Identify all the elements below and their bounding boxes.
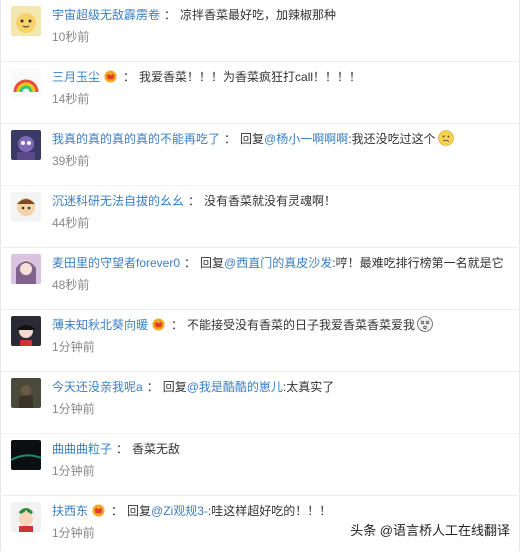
username-link[interactable]: 曲曲曲粒子	[52, 442, 112, 456]
watermark: 头条 @语言桥人工在线翻译	[350, 523, 510, 538]
comment-text: 太真实了	[286, 380, 335, 394]
comment-text: 不能接受没有香菜的日子我爱香菜香菜爱我	[187, 318, 416, 332]
separator-colon: ：	[188, 194, 201, 208]
comment-line: 薄末知秋北葵向暖 ：不能接受没有香菜的日子我爱香菜香菜爱我	[52, 316, 512, 334]
confused-face-icon	[437, 130, 454, 146]
reply-prefix: 回复	[127, 504, 152, 518]
username-link[interactable]: 扶西东	[52, 504, 88, 518]
user-avatar[interactable]	[11, 440, 41, 470]
username-link[interactable]: 薄末知秋北葵向暖	[52, 318, 148, 332]
separator-colon: ：	[123, 70, 136, 84]
mention-link[interactable]: @杨小一啊啊啊	[264, 132, 348, 146]
username-link[interactable]: 沉迷科研无法自拔的幺幺	[52, 194, 184, 208]
vip-badge-icon	[152, 318, 165, 331]
vip-badge-icon	[104, 70, 117, 83]
comment-line: 麦田里的守望者forever0：回复@西直门的真皮沙发:哼！最难吃排行榜第一名就…	[52, 254, 512, 272]
separator-colon: ：	[224, 132, 237, 146]
comment-item: 沉迷科研无法自拔的幺幺 ：没有香菜就没有灵魂啊！ 44秒前	[0, 186, 520, 248]
comment-time: 14秒前	[52, 92, 90, 106]
comment-line: 我真的真的真的真的不能再吃了：回复@杨小一啊啊啊:我还没吃过这个	[52, 130, 512, 148]
user-avatar[interactable]	[11, 192, 41, 222]
comment-text: 香菜无敌	[132, 442, 181, 456]
vip-badge-icon	[92, 504, 105, 517]
reply-prefix: 回复	[162, 380, 187, 394]
comment-text: 凉拌香菜最好吃，加辣椒那种	[180, 8, 337, 22]
separator-colon: ：	[164, 8, 177, 22]
separator-colon: ：	[171, 318, 184, 332]
username-link[interactable]: 麦田里的守望者forever0	[52, 256, 180, 270]
separator-colon: ：	[116, 442, 129, 456]
comment-line: 三月玉尘 ：我爱香菜！！！为香菜疯狂打call！！！！	[52, 68, 512, 86]
mention-link[interactable]: @西直门的真皮沙发	[224, 256, 332, 270]
comment-item: 麦田里的守望者forever0：回复@西直门的真皮沙发:哼！最难吃排行榜第一名就…	[0, 248, 520, 310]
user-avatar[interactable]	[11, 254, 41, 284]
user-avatar[interactable]	[11, 502, 41, 532]
username-link[interactable]: 我真的真的真的真的不能再吃了	[52, 132, 220, 146]
reply-prefix: 回复	[240, 132, 265, 146]
comment-time: 1分钟前	[52, 402, 95, 416]
comment-item: 薄末知秋北葵向暖 ：不能接受没有香菜的日子我爱香菜香菜爱我 1分钟前	[0, 310, 520, 372]
comment-text: 我爱香菜！！！为香菜疯狂打call！！！！	[139, 70, 362, 84]
comment-line: 宇宙超级无敌霹雳卷 ：凉拌香菜最好吃，加辣椒那种	[52, 6, 512, 24]
user-avatar[interactable]	[11, 130, 41, 160]
comment-time: 44秒前	[52, 216, 90, 230]
username-link[interactable]: 三月玉尘	[52, 70, 100, 84]
comment-item: 曲曲曲粒子 ：香菜无敌 1分钟前	[0, 434, 520, 496]
user-avatar[interactable]	[11, 378, 41, 408]
comment-line: 扶西东：回复@Zi观规3-:哇这样超好吃的！！！	[52, 502, 512, 520]
mention-link[interactable]: @Zi观规3-	[151, 504, 208, 518]
comment-item: 今天还没亲我呢a：回复@我是酷酷的崽儿:太真实了 1分钟前	[0, 372, 520, 434]
comment-item: 三月玉尘 ：我爱香菜！！！为香菜疯狂打call！！！！ 14秒前	[0, 62, 520, 124]
user-avatar[interactable]	[11, 68, 41, 98]
username-link[interactable]: 宇宙超级无敌霹雳卷	[52, 8, 160, 22]
comment-line: 曲曲曲粒子 ：香菜无敌	[52, 440, 512, 458]
comment-time: 1分钟前	[52, 526, 95, 540]
comment-time: 39秒前	[52, 154, 90, 168]
comment-text: 没有香菜就没有灵魂啊！	[204, 194, 337, 208]
comment-text: 哇这样超好吃的！！！	[211, 504, 332, 518]
dizzy-face-icon	[417, 316, 433, 332]
comment-item: 我真的真的真的真的不能再吃了：回复@杨小一啊啊啊:我还没吃过这个 39秒前	[0, 124, 520, 186]
separator-colon: ：	[111, 504, 124, 518]
comment-text: 我还没吃过这个	[351, 132, 436, 146]
comment-time: 1分钟前	[52, 340, 95, 354]
user-avatar[interactable]	[11, 6, 41, 36]
username-link[interactable]: 今天还没亲我呢a	[52, 380, 143, 394]
comment-time: 48秒前	[52, 278, 90, 292]
separator-colon: ：	[184, 256, 197, 270]
user-avatar[interactable]	[11, 316, 41, 346]
separator-colon: ：	[146, 380, 159, 394]
comment-time: 10秒前	[52, 30, 90, 44]
comment-line: 今天还没亲我呢a：回复@我是酷酷的崽儿:太真实了	[52, 378, 512, 396]
comment-time: 1分钟前	[52, 464, 95, 478]
comment-line: 沉迷科研无法自拔的幺幺 ：没有香菜就没有灵魂啊！	[52, 192, 512, 210]
comment-text: 哼！最难吃排行榜第一名就是它	[335, 256, 504, 270]
mention-link[interactable]: @我是酷酷的崽儿	[187, 380, 283, 394]
comment-item: 宇宙超级无敌霹雳卷 ：凉拌香菜最好吃，加辣椒那种 10秒前	[0, 0, 520, 62]
reply-prefix: 回复	[200, 256, 225, 270]
